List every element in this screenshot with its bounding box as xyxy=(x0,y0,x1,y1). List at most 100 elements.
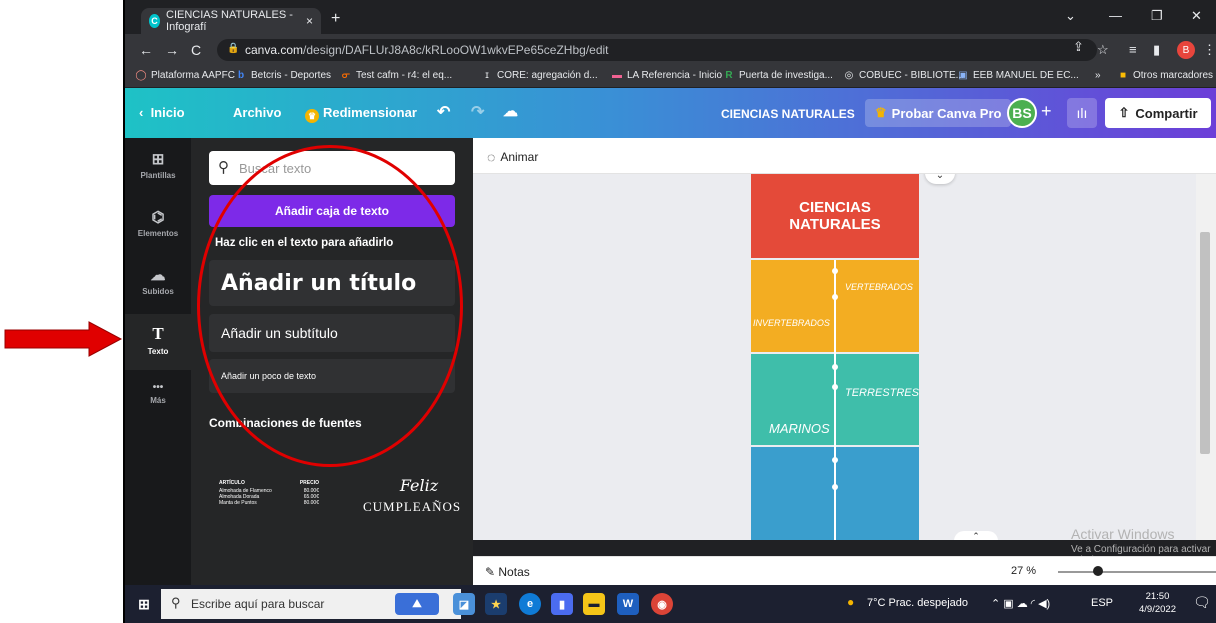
task-view-icon[interactable]: ◪ xyxy=(453,593,475,615)
zoom-level: 27 % xyxy=(1011,565,1037,577)
label-marinos[interactable]: MARINOS xyxy=(769,421,830,436)
side-panel-icon[interactable]: ▮ xyxy=(1153,42,1160,58)
widgets-icon[interactable]: ★ xyxy=(485,593,507,615)
bookmark-item[interactable]: ◎ COBUEC - BIBLIOTE... xyxy=(843,70,964,81)
title-block[interactable]: CIENCIAS NATURALES xyxy=(751,174,919,258)
home-button[interactable]: ‹ Inicio xyxy=(139,105,185,120)
text-search-input[interactable]: ⚲ Buscar texto xyxy=(209,151,455,185)
search-icon: ⚲ xyxy=(218,159,229,176)
label-invertebrados[interactable]: INVERTEBRADOS xyxy=(753,318,830,328)
chrome-menu-icon[interactable]: ⋮ xyxy=(1203,42,1216,58)
rail-item-uploads[interactable]: ☁ Subidos xyxy=(125,256,191,312)
clock[interactable]: 21:50 4/9/2022 xyxy=(1139,590,1176,616)
bookmark-favicon-icon: b xyxy=(237,70,245,81)
windows-start-icon[interactable]: ⊞ xyxy=(133,593,155,615)
media-control-icon[interactable]: ≡ xyxy=(1129,42,1137,57)
profile-avatar[interactable]: B xyxy=(1177,41,1195,59)
share-page-icon[interactable]: ⇪ xyxy=(1073,39,1084,55)
timeline-dot xyxy=(832,294,838,300)
notes-button[interactable]: ✎ Notas xyxy=(485,565,530,579)
page-chevron-icon[interactable]: ⌄ xyxy=(925,174,955,184)
chrome-taskbar-icon[interactable]: ◉ xyxy=(651,593,673,615)
bookmarks-overflow-button[interactable]: » xyxy=(1095,70,1101,81)
canva-favicon-icon: C xyxy=(149,14,161,28)
reload-icon[interactable]: C xyxy=(191,42,201,58)
notes-icon: ✎ xyxy=(485,565,499,579)
bookmark-item[interactable]: ▣ EEB MANUEL DE EC... xyxy=(957,70,1079,81)
tray-icons[interactable]: ⌃ ▣ ☁ ◜ ◀) xyxy=(991,597,1050,610)
forward-arrow-icon[interactable]: → xyxy=(165,42,179,58)
elements-icon: ⌬ xyxy=(151,209,165,226)
insights-icon[interactable]: ılı xyxy=(1067,98,1097,128)
folder-icon: ■ xyxy=(1119,70,1127,81)
url-path: /design/DAFLUrJ8A8c/kRLooOW1wkvEPe65ceZH… xyxy=(303,43,609,57)
try-pro-button[interactable]: ♛ Probar Canva Pro xyxy=(865,99,1012,127)
bookmark-star-icon[interactable]: ☆ xyxy=(1097,42,1109,58)
label-terrestres[interactable]: TERRESTRES xyxy=(845,387,919,399)
rail-item-text[interactable]: T Texto xyxy=(125,314,191,370)
redo-icon[interactable]: ↷ xyxy=(471,102,484,122)
zoom-slider[interactable] xyxy=(1058,571,1216,573)
search-highlight-icon[interactable]: ⛰ xyxy=(395,593,439,615)
language-indicator[interactable]: ESP xyxy=(1091,597,1113,609)
add-collaborator-button[interactable]: + xyxy=(1041,101,1052,122)
bookmark-item[interactable]: ◯ Plataforma AAPFC xyxy=(135,70,235,81)
expand-pages-icon[interactable]: ⌃ xyxy=(954,531,998,540)
add-textbox-button[interactable]: Añadir caja de texto xyxy=(209,195,455,227)
file-menu-button[interactable]: Archivo xyxy=(233,105,281,120)
bookmark-favicon-icon: ɪ xyxy=(485,70,489,81)
edge-browser-icon[interactable]: e xyxy=(519,593,541,615)
back-arrow-icon[interactable]: ← xyxy=(139,42,153,58)
notifications-icon[interactable]: 🗨 xyxy=(1193,594,1211,611)
bookmark-item[interactable]: R Puerta de investiga... xyxy=(723,70,833,81)
file-explorer-icon[interactable]: ▬ xyxy=(583,593,605,615)
new-tab-button[interactable]: + xyxy=(331,10,340,28)
bookmark-favicon-icon: ◎ xyxy=(844,70,854,81)
font-combo-birthday[interactable]: Feliz CUMPLEAÑOS xyxy=(363,476,460,515)
browser-tab[interactable]: C CIENCIAS NATURALES - Infografí × xyxy=(141,8,321,34)
other-bookmarks-folder[interactable]: ■ Otros marcadores xyxy=(1117,70,1213,81)
user-avatar[interactable]: BS xyxy=(1007,98,1037,128)
text-hint: Haz clic en el texto para añadirlo xyxy=(215,237,394,249)
weather-text[interactable]: 7°C Prac. despejado xyxy=(867,597,968,609)
annotation-arrow-icon xyxy=(4,321,123,357)
animate-button[interactable]: ◌ Animar xyxy=(487,149,538,165)
rail-item-more[interactable]: ••• Más xyxy=(125,372,191,428)
label-vertebrados[interactable]: VERTEBRADOS xyxy=(845,282,913,292)
tab-search-icon[interactable]: ⌄ xyxy=(1065,8,1076,24)
tab-close-icon[interactable]: × xyxy=(306,14,313,28)
close-window-icon[interactable]: ✕ xyxy=(1191,8,1202,24)
scrollbar-thumb[interactable] xyxy=(1200,232,1210,454)
rail-item-templates[interactable]: ⊞ Plantillas xyxy=(125,140,191,196)
bookmark-favicon-icon: ▬ xyxy=(612,70,622,81)
zoom-slider-knob[interactable] xyxy=(1093,566,1103,576)
infographic-page[interactable]: CIENCIAS NATURALES VERTEBRADOS INVERTEBR… xyxy=(751,174,919,540)
url-field[interactable]: 🔒 canva.com/design/DAFLUrJ8A8c/kRLooOW1w… xyxy=(217,39,1097,61)
add-body-text-button[interactable]: Añadir un poco de texto xyxy=(209,359,455,393)
add-subheading-button[interactable]: Añadir un subtítulo xyxy=(209,314,455,352)
document-title[interactable]: CIENCIAS NATURALES xyxy=(721,107,855,121)
resize-button[interactable]: ♛ Redimensionar xyxy=(305,105,417,123)
rail-item-elements[interactable]: ⌬ Elementos xyxy=(125,198,191,254)
screen: C CIENCIAS NATURALES - Infografí × + ⌄ —… xyxy=(123,0,1216,623)
undo-icon[interactable]: ↶ xyxy=(437,102,450,122)
search-icon: ⚲ xyxy=(171,595,181,610)
add-heading-button[interactable]: Añadir un título xyxy=(209,260,455,306)
restore-icon[interactable]: ❐ xyxy=(1151,8,1163,24)
share-button[interactable]: ⇧ Compartir xyxy=(1105,98,1211,128)
weather-icon: ● xyxy=(847,595,855,609)
bookmark-item[interactable]: ɪ CORE: agregación d... xyxy=(481,70,597,81)
cloud-saved-icon[interactable]: ☁ xyxy=(503,102,518,120)
font-combo-price-list[interactable]: ARTÍCULO PRECIO Almohada de Flamenco 80.00… xyxy=(219,480,339,506)
bookmark-item[interactable]: ᓂ Test cafm - r4: el eq... xyxy=(340,70,452,81)
editor-footer: ✎ Notas 27 % 1 ⤢ ? xyxy=(473,556,1216,585)
timeline-dot xyxy=(832,384,838,390)
zoom-app-icon[interactable]: ▮ xyxy=(551,593,573,615)
word-icon[interactable]: W xyxy=(617,593,639,615)
bookmark-item[interactable]: b Betcris - Deportes xyxy=(235,70,331,81)
activate-windows-title: Activar Windows xyxy=(1071,526,1175,542)
text-panel: ⚲ Buscar texto Añadir caja de texto Haz … xyxy=(191,138,473,585)
design-canvas[interactable]: CIENCIAS NATURALES VERTEBRADOS INVERTEBR… xyxy=(473,174,1196,540)
minimize-icon[interactable]: — xyxy=(1109,8,1122,23)
bookmark-item[interactable]: ▬ LA Referencia - Inicio xyxy=(611,70,722,81)
